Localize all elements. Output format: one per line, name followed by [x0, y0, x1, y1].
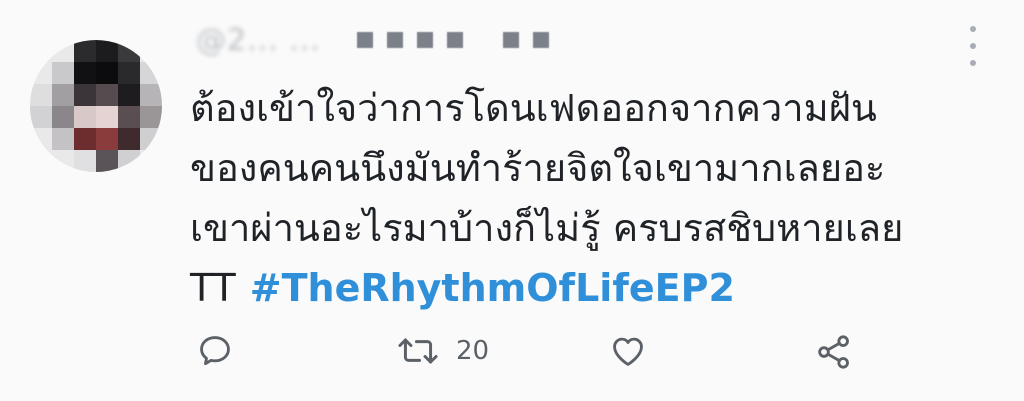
action-bar: 20 — [0, 320, 1024, 380]
reply-icon — [200, 336, 230, 366]
avatar[interactable] — [30, 40, 162, 172]
censor-block — [502, 32, 519, 48]
user-handle[interactable]: @2... ... — [196, 22, 549, 58]
censor-block — [416, 32, 433, 48]
retweet-icon — [398, 338, 438, 364]
retweet-count: 20 — [456, 336, 490, 366]
hashtag-link[interactable]: #TheRhythmOfLifeEP2 — [250, 266, 735, 310]
retweet-button[interactable]: 20 — [396, 332, 489, 370]
censor-block — [532, 32, 549, 48]
censor-block — [386, 32, 403, 48]
tweet-text-tt: TT — [190, 266, 236, 310]
tweet-text-line: ต้องเข้าใจว่าการโดนเฟดออกจากความฝัน — [190, 86, 877, 130]
more-options-icon[interactable] — [962, 26, 984, 66]
handle-text: @2... ... — [196, 22, 321, 58]
reply-button[interactable] — [196, 332, 234, 370]
tweet-text-line: เขาผ่านอะไรมาบ้างก็ไม่รู้ ครบรสชิบหายเลย — [190, 206, 904, 250]
tweet-text-line-last: TT #TheRhythmOfLifeEP2 — [190, 258, 990, 318]
tweet-text-line: ของคนคนนึงมันทำร้ายจิตใจเขามากเลยอะ — [190, 146, 886, 190]
share-button[interactable] — [812, 332, 856, 372]
censor-block — [356, 32, 373, 48]
heart-icon — [613, 337, 643, 366]
tweet-text: ต้องเข้าใจว่าการโดนเฟดออกจากความฝัน ของค… — [190, 78, 990, 318]
tweet-card: @2... ... ต้องเข้าใจว่าการโดนเฟดออกจากคว… — [0, 0, 1024, 401]
like-button[interactable] — [608, 332, 648, 370]
censor-block — [446, 32, 463, 48]
share-icon — [818, 335, 849, 369]
